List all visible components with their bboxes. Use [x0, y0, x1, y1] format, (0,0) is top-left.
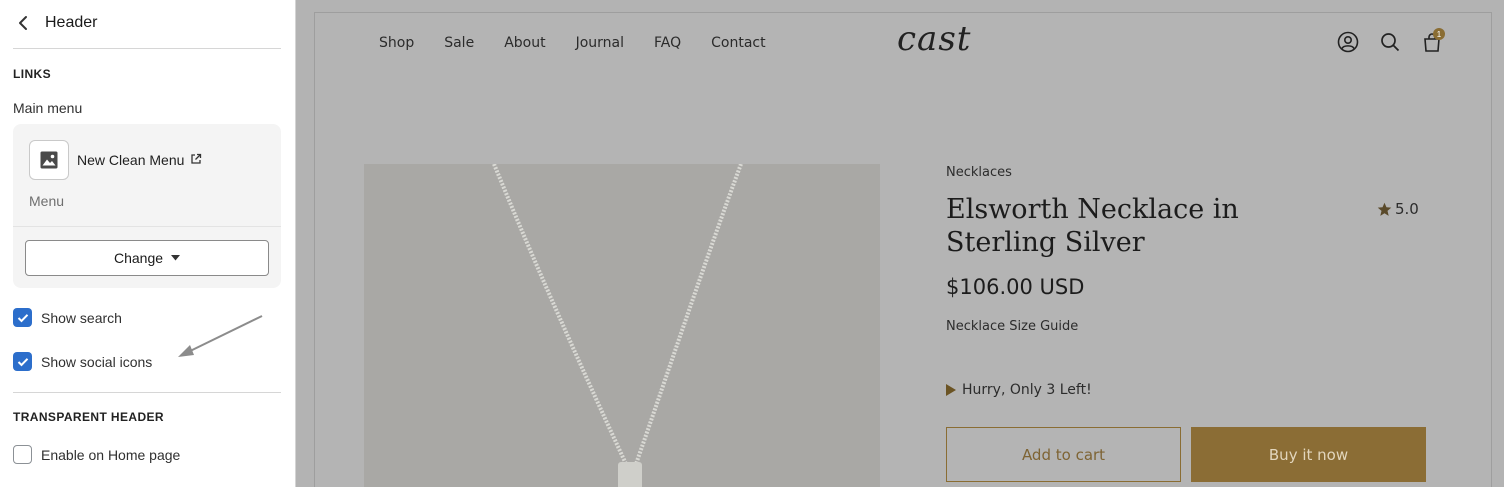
menu-link[interactable]: New Clean Menu [77, 152, 202, 168]
enable-home-row[interactable]: Enable on Home page [13, 445, 180, 464]
panel-title: Header [45, 14, 98, 31]
rating-value: 5.0 [1395, 200, 1419, 218]
external-link-icon[interactable] [190, 152, 202, 168]
show-social-icons-checkbox[interactable] [13, 352, 32, 371]
cart-icon[interactable]: 1 [1421, 28, 1445, 53]
divider [13, 392, 281, 393]
add-to-cart-button[interactable]: Add to cart [946, 427, 1181, 482]
store-preview: Shop Sale About Journal FAQ Contact cast [314, 12, 1492, 487]
header-icons: 1 [1337, 28, 1445, 53]
show-social-icons-row[interactable]: Show social icons [13, 352, 152, 371]
stock-text: Hurry, Only 3 Left! [962, 382, 1092, 398]
show-search-checkbox[interactable] [13, 308, 32, 327]
header-settings-panel: Header LINKS Main menu New Clean Menu Me… [0, 0, 296, 487]
store-logo[interactable]: cast [897, 19, 971, 59]
product-category[interactable]: Necklaces [946, 165, 1012, 180]
show-search-label: Show search [41, 309, 122, 326]
divider [13, 48, 281, 49]
nav-item-shop[interactable]: Shop [379, 35, 414, 51]
enable-home-checkbox[interactable] [13, 445, 32, 464]
show-search-row[interactable]: Show search [13, 308, 122, 327]
card-divider [13, 226, 281, 227]
star-icon [1377, 202, 1392, 216]
product-title: Elsworth Necklace in Sterling Silver [946, 194, 1239, 258]
product-price: $106.00 USD [946, 275, 1085, 299]
buy-it-now-button[interactable]: Buy it now [1191, 427, 1426, 482]
transparent-header-section-heading: TRANSPARENT HEADER [13, 410, 164, 424]
caret-down-icon [171, 255, 181, 261]
cart-count-badge: 1 [1433, 28, 1445, 40]
nav-item-journal[interactable]: Journal [576, 35, 624, 51]
panel-header: Header [0, 0, 295, 46]
enable-home-label: Enable on Home page [41, 446, 181, 463]
nav-item-contact[interactable]: Contact [711, 35, 765, 51]
menu-picker-card: New Clean Menu Menu Change [13, 124, 281, 288]
menu-type-label: Menu [29, 193, 65, 209]
nav-item-about[interactable]: About [504, 35, 545, 51]
product-rating: 5.0 [1377, 200, 1419, 218]
stock-notice: Hurry, Only 3 Left! [946, 382, 1092, 398]
image-placeholder-icon [29, 140, 69, 180]
account-icon[interactable] [1337, 31, 1359, 53]
play-triangle-icon [946, 384, 956, 396]
stock-prefix: Hurry, Only [962, 382, 1047, 398]
stock-suffix: Left! [1055, 382, 1092, 398]
change-button-label: Change [113, 250, 164, 266]
nav-item-sale[interactable]: Sale [444, 35, 474, 51]
main-nav: Shop Sale About Journal FAQ Contact [379, 35, 766, 51]
menu-name: New Clean Menu [77, 152, 185, 168]
show-social-icons-label: Show social icons [41, 353, 153, 370]
stock-count: 3 [1046, 382, 1056, 398]
main-menu-label: Main menu [13, 100, 83, 116]
annotation-arrow [178, 315, 263, 357]
product-image[interactable] [364, 164, 880, 487]
search-icon[interactable] [1379, 31, 1401, 53]
change-menu-button[interactable]: Change [25, 240, 269, 276]
links-section-heading: LINKS [13, 67, 51, 81]
nav-item-faq[interactable]: FAQ [654, 35, 681, 51]
back-arrow-icon[interactable] [14, 14, 32, 32]
size-guide-link[interactable]: Necklace Size Guide [946, 319, 1078, 334]
